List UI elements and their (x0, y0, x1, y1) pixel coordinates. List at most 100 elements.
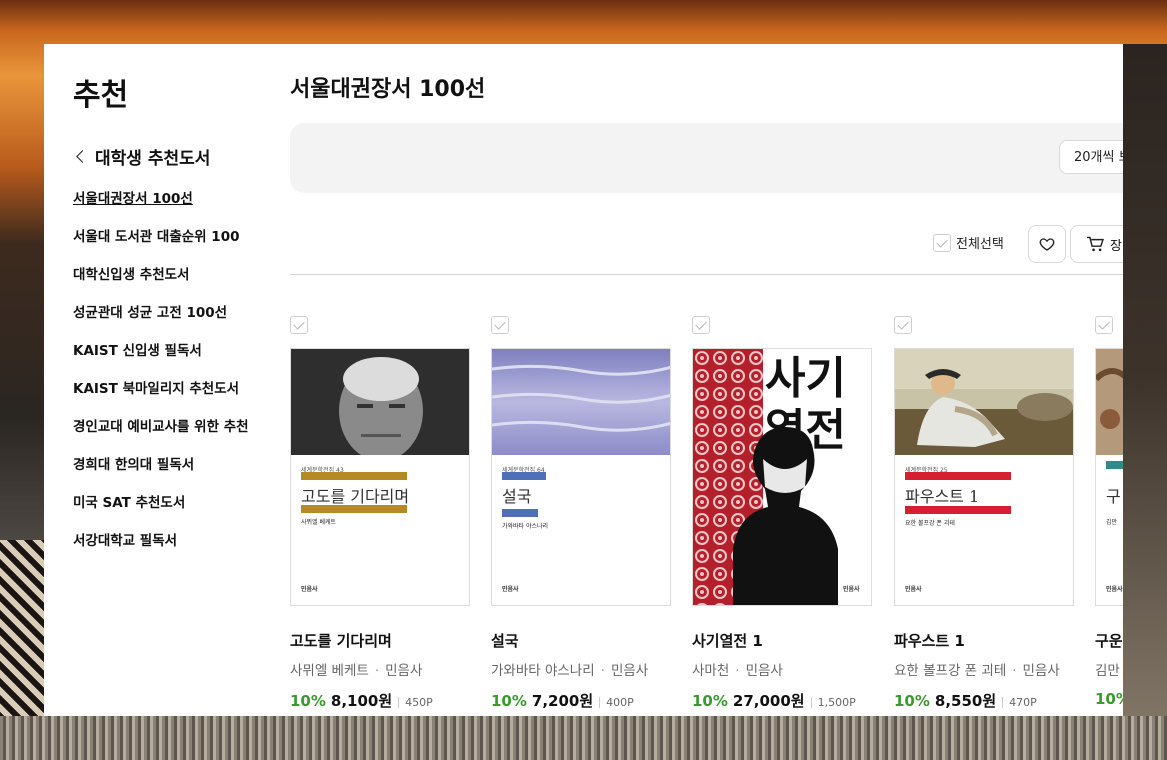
book-title[interactable]: 파우스트 1 (894, 630, 965, 651)
cover-bar (502, 472, 546, 480)
discount-rate: 10% (290, 692, 326, 710)
book-publisher[interactable]: 민음사 (746, 663, 783, 679)
book-author[interactable]: 사뮈엘 베케트 (290, 663, 369, 679)
cover-painting (1096, 349, 1123, 455)
book-checkbox[interactable] (290, 316, 308, 334)
cover-photo (291, 349, 469, 455)
bookstore-window: 추천 대학생 추천도서 서울대권장서 100선 서울대 도서관 대출순위 100… (44, 44, 1123, 716)
back-category-link[interactable]: 대학생 추천도서 (75, 144, 210, 169)
sidebar-item-snu-library-top100[interactable]: 서울대 도서관 대출순위 100 (73, 226, 253, 248)
book-price: 10% (1095, 690, 1123, 708)
sidebar-item-snu-100[interactable]: 서울대권장서 100선 (73, 188, 253, 210)
cover-publisher: 민음사 (905, 586, 922, 593)
book-meta: 요한 볼프강 폰 괴테 · 민음사 (894, 663, 1060, 679)
per-page-select[interactable]: 20개씩 보 (1059, 140, 1123, 174)
cover-title: 사기열전 (765, 353, 846, 456)
book-meta: 김만 (1095, 659, 1120, 679)
book-checkbox[interactable] (1095, 316, 1113, 334)
cover-bar (301, 472, 407, 480)
heart-icon (1039, 238, 1055, 251)
sidebar-title: 추천 (73, 78, 129, 113)
book-cover-image[interactable]: 사기열전 민음사 (692, 348, 872, 606)
book-author[interactable]: 사마천 (692, 663, 729, 679)
page-title: 서울대권장서 100선 (290, 77, 486, 102)
book-checkbox[interactable] (491, 316, 509, 334)
cover-bar (905, 506, 1011, 514)
add-to-cart-button[interactable]: 장바 (1070, 225, 1123, 263)
cover-title: 구 (1106, 487, 1121, 506)
cover-publisher: 민음사 (843, 586, 860, 593)
divider (290, 274, 1123, 275)
book-cover-image[interactable]: 세계문학전집 43 고도를 기다리며 사뮈엘 베케트 민음사 (290, 348, 470, 606)
discount-rate: 10% (894, 692, 930, 710)
book-title[interactable]: 고도를 기다리며 (290, 630, 392, 651)
cover-subtitle: 사뮈엘 베케트 (301, 519, 337, 526)
sale-price: 27,000원 (732, 692, 805, 710)
cover-publisher: 민음사 (502, 586, 519, 593)
book-publisher[interactable]: 민음사 (1023, 663, 1060, 679)
book-title[interactable]: 구운 (1095, 630, 1123, 651)
cart-label: 장바 (1110, 238, 1123, 254)
cover-title: 고도를 기다리며 (301, 487, 410, 506)
reward-points: 450P (398, 697, 433, 708)
cover-bar (905, 472, 1011, 480)
sale-price: 7,200원 (531, 692, 594, 710)
book-meta: 사마천 · 민음사 (692, 663, 783, 679)
book-price: 10% 7,200원 400P (491, 690, 634, 711)
book-cover-image[interactable]: 세계문학전집 64 설국 가와바타 야스나리 민음사 (491, 348, 671, 606)
book-meta: 사뮈엘 베케트 · 민음사 (290, 663, 423, 679)
wishlist-button[interactable] (1028, 225, 1066, 263)
book-price: 10% 8,100원 450P (290, 690, 433, 711)
sidebar-item-us-sat[interactable]: 미국 SAT 추천도서 (73, 492, 253, 514)
discount-rate: 10% (1095, 690, 1123, 708)
select-all-label: 전체선택 (956, 237, 1004, 252)
reward-points: 470P (1002, 697, 1037, 708)
book-checkbox[interactable] (894, 316, 912, 334)
cover-publisher: 민음사 (301, 586, 318, 593)
sidebar-item-skku-classics[interactable]: 성균관대 성균 고전 100선 (73, 302, 253, 324)
book-meta: 가와바타 야스나리 · 민음사 (491, 663, 649, 679)
discount-rate: 10% (491, 692, 527, 710)
cover-bar (1106, 461, 1123, 469)
book-price: 10% 27,000원 1,500P (692, 690, 856, 711)
book-publisher[interactable]: 민음사 (611, 663, 648, 679)
cover-title: 설국 (502, 487, 532, 506)
book-title[interactable]: 설국 (491, 630, 519, 651)
sidebar-item-kaist-bookmileage[interactable]: KAIST 북마일리지 추천도서 (73, 378, 253, 400)
sidebar-item-kaist-freshman[interactable]: KAIST 신입생 필독서 (73, 340, 253, 362)
sidebar: 추천 대학생 추천도서 서울대권장서 100선 서울대 도서관 대출순위 100… (44, 44, 274, 716)
background-ground (0, 716, 1167, 760)
book-author[interactable]: 김만 (1095, 663, 1120, 679)
chevron-left-icon (76, 150, 89, 163)
sidebar-list: 서울대권장서 100선 서울대 도서관 대출순위 100 대학신입생 추천도서 … (73, 188, 253, 568)
cover-subtitle: 김만 (1106, 519, 1118, 526)
cover-title: 파우스트 1 (905, 487, 980, 506)
sale-price: 8,100원 (330, 692, 393, 710)
cover-subtitle: 가와바타 야스나리 (502, 523, 549, 530)
cover-bar (301, 505, 407, 513)
book-cover-image[interactable]: 세계문학전집 25 파우스트 1 요한 볼프강 폰 괴테 민음사 (894, 348, 1074, 606)
back-category-label: 대학생 추천도서 (95, 149, 211, 169)
book-cover-image[interactable]: 구 김만 민음사 (1095, 348, 1123, 606)
main-content: 서울대권장서 100선 20개씩 보 전체선택 장바 (290, 44, 1123, 716)
sidebar-item-freshman[interactable]: 대학신입생 추천도서 (73, 264, 253, 286)
select-all-checkbox[interactable]: 전체선택 (933, 233, 1004, 252)
book-checkbox[interactable] (692, 316, 710, 334)
background-edge (1123, 44, 1167, 716)
book-title[interactable]: 사기열전 1 (692, 630, 763, 651)
sidebar-item-ginue-teacher[interactable]: 경인교대 예비교사를 위한 추천 (73, 416, 253, 438)
reward-points: 400P (599, 697, 634, 708)
cover-subtitle: 요한 볼프강 폰 괴테 (905, 520, 955, 527)
sidebar-item-sogang[interactable]: 서강대학교 필독서 (73, 530, 253, 552)
filter-bar: 20개씩 보 (290, 123, 1123, 193)
cover-publisher: 민음사 (1106, 586, 1123, 593)
sale-price: 8,550원 (934, 692, 997, 710)
book-price: 10% 8,550원 470P (894, 690, 1037, 711)
book-publisher[interactable]: 민음사 (385, 663, 422, 679)
cover-photo (492, 349, 670, 455)
discount-rate: 10% (692, 692, 728, 710)
cart-icon (1087, 236, 1104, 252)
book-author[interactable]: 가와바타 야스나리 (491, 663, 595, 679)
sidebar-item-khu-oriental-medicine[interactable]: 경희대 한의대 필독서 (73, 454, 253, 476)
book-author[interactable]: 요한 볼프강 폰 괴테 (894, 663, 1006, 679)
